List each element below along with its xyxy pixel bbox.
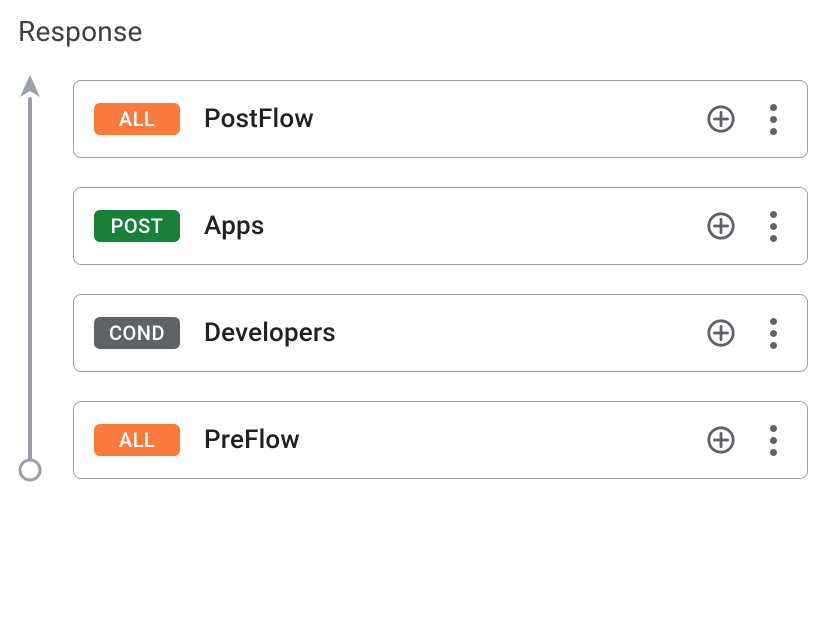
flow-direction-rail <box>18 79 58 478</box>
section-title: Response <box>18 18 812 46</box>
flow-row[interactable]: ALL PreFlow <box>73 401 808 479</box>
more-vert-icon[interactable] <box>757 210 789 242</box>
more-vert-icon[interactable] <box>757 317 789 349</box>
method-badge: ALL <box>94 424 180 456</box>
flow-row[interactable]: ALL PostFlow <box>73 80 808 158</box>
method-badge: ALL <box>94 103 180 135</box>
flow-row[interactable]: POST Apps <box>73 187 808 265</box>
plus-circle-icon[interactable] <box>705 317 737 349</box>
flow-name: Apps <box>204 211 681 241</box>
more-vert-icon[interactable] <box>757 103 789 135</box>
arrow-up-icon <box>20 75 40 97</box>
plus-circle-icon[interactable] <box>705 424 737 456</box>
method-badge: COND <box>94 317 180 349</box>
origin-circle-icon <box>18 458 42 482</box>
more-vert-icon[interactable] <box>757 424 789 456</box>
plus-circle-icon[interactable] <box>705 210 737 242</box>
flow-name: PostFlow <box>204 104 681 134</box>
flow-name: PreFlow <box>204 425 681 455</box>
flow-name: Developers <box>204 318 681 348</box>
method-badge: POST <box>94 210 180 242</box>
flows-list: ALL PostFlow POST Apps COND Developers ALL PreF… <box>58 72 812 483</box>
flow-row[interactable]: COND Developers <box>73 294 808 372</box>
plus-circle-icon[interactable] <box>705 103 737 135</box>
